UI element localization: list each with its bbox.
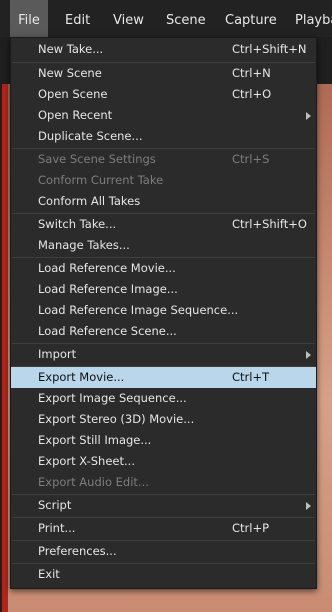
menu-item-load-reference-image[interactable]: Load Reference Image... bbox=[11, 279, 316, 300]
menu-item-export-audio-edit: Export Audio Edit... bbox=[11, 472, 316, 493]
menu-item-label: Conform All Takes bbox=[38, 194, 141, 208]
menu-item-load-reference-image-sequence[interactable]: Load Reference Image Sequence... bbox=[11, 300, 316, 321]
menu-item-shortcut: Ctrl+S bbox=[232, 152, 270, 166]
menu-item-label: Export Movie... bbox=[38, 370, 125, 384]
menu-item-open-recent[interactable]: Open Recent bbox=[11, 105, 316, 126]
menu-file[interactable]: File bbox=[10, 0, 48, 37]
menu-item-label: New Scene bbox=[38, 66, 102, 80]
menu-item-shortcut: Ctrl+N bbox=[232, 66, 271, 80]
menu-item-label: Duplicate Scene... bbox=[38, 129, 143, 143]
submenu-arrow-icon bbox=[306, 351, 311, 359]
menu-item-label: Print... bbox=[38, 521, 76, 535]
menu-item-label: Open Recent bbox=[38, 108, 113, 122]
menu-item-label: Script bbox=[38, 498, 72, 512]
menu-item-script[interactable]: Script bbox=[11, 495, 316, 516]
menu-item-label: New Take... bbox=[38, 42, 104, 56]
menu-item-load-reference-scene[interactable]: Load Reference Scene... bbox=[11, 321, 316, 342]
menu-item-label: Exit bbox=[38, 567, 60, 581]
file-menu-dropdown: New Take... Ctrl+Shift+N New Scene Ctrl+… bbox=[10, 37, 317, 589]
menu-item-shortcut: Ctrl+T bbox=[232, 370, 270, 384]
menu-item-export-image-sequence[interactable]: Export Image Sequence... bbox=[11, 388, 316, 409]
menu-item-save-scene-settings: Save Scene Settings Ctrl+S bbox=[11, 149, 316, 170]
menu-item-export-stereo-movie[interactable]: Export Stereo (3D) Movie... bbox=[11, 409, 316, 430]
submenu-arrow-icon bbox=[306, 112, 311, 120]
menu-item-export-movie[interactable]: Export Movie... Ctrl+T bbox=[11, 367, 316, 388]
menu-item-manage-takes[interactable]: Manage Takes... bbox=[11, 235, 316, 256]
menu-item-export-still-image[interactable]: Export Still Image... bbox=[11, 430, 316, 451]
menu-item-label: Export Stereo (3D) Movie... bbox=[38, 412, 195, 426]
menu-edit[interactable]: Edit bbox=[65, 0, 90, 37]
menu-item-print[interactable]: Print... Ctrl+P bbox=[11, 518, 316, 539]
menu-item-label: Manage Takes... bbox=[38, 238, 130, 252]
menu-item-shortcut: Ctrl+Shift+O bbox=[232, 217, 307, 231]
menu-item-load-reference-movie[interactable]: Load Reference Movie... bbox=[11, 258, 316, 279]
viewport-frame-border bbox=[2, 84, 8, 612]
menu-item-import[interactable]: Import bbox=[11, 344, 316, 365]
menu-item-label: Load Reference Movie... bbox=[38, 261, 176, 275]
menu-item-switch-take[interactable]: Switch Take... Ctrl+Shift+O bbox=[11, 214, 316, 235]
menu-capture[interactable]: Capture bbox=[225, 0, 277, 37]
menu-item-duplicate-scene[interactable]: Duplicate Scene... bbox=[11, 126, 316, 147]
menu-item-label: Import bbox=[38, 347, 77, 361]
submenu-arrow-icon bbox=[306, 502, 311, 510]
menu-item-label: Export Audio Edit... bbox=[38, 475, 149, 489]
menu-item-label: Export X-Sheet... bbox=[38, 454, 135, 468]
menu-scene[interactable]: Scene bbox=[166, 0, 206, 37]
menu-playback[interactable]: Playba bbox=[295, 0, 332, 37]
menu-item-shortcut: Ctrl+P bbox=[232, 521, 270, 535]
menu-item-preferences[interactable]: Preferences... bbox=[11, 541, 316, 562]
menu-item-shortcut: Ctrl+Shift+N bbox=[232, 42, 307, 56]
menu-item-label: Export Image Sequence... bbox=[38, 391, 187, 405]
menu-item-label: Open Scene bbox=[38, 87, 108, 101]
menu-item-label: Load Reference Scene... bbox=[38, 324, 177, 338]
menu-item-conform-current-take: Conform Current Take bbox=[11, 170, 316, 191]
menu-item-export-x-sheet[interactable]: Export X-Sheet... bbox=[11, 451, 316, 472]
menu-item-label: Save Scene Settings bbox=[38, 152, 156, 166]
menu-item-label: Load Reference Image Sequence... bbox=[38, 303, 239, 317]
menu-item-new-take[interactable]: New Take... Ctrl+Shift+N bbox=[11, 39, 316, 60]
menu-item-label: Load Reference Image... bbox=[38, 282, 178, 296]
menu-item-label: Conform Current Take bbox=[38, 173, 164, 187]
menu-item-label: Preferences... bbox=[38, 544, 117, 558]
menu-item-shortcut: Ctrl+O bbox=[232, 87, 272, 101]
menu-bar: File Edit View Scene Capture Playba bbox=[0, 0, 332, 37]
menu-item-new-scene[interactable]: New Scene Ctrl+N bbox=[11, 63, 316, 84]
menu-item-label: Switch Take... bbox=[38, 217, 117, 231]
menu-item-label: Export Still Image... bbox=[38, 433, 152, 447]
menu-item-exit[interactable]: Exit bbox=[11, 564, 316, 585]
menu-item-conform-all-takes[interactable]: Conform All Takes bbox=[11, 191, 316, 212]
menu-item-open-scene[interactable]: Open Scene Ctrl+O bbox=[11, 84, 316, 105]
menu-view[interactable]: View bbox=[113, 0, 144, 37]
